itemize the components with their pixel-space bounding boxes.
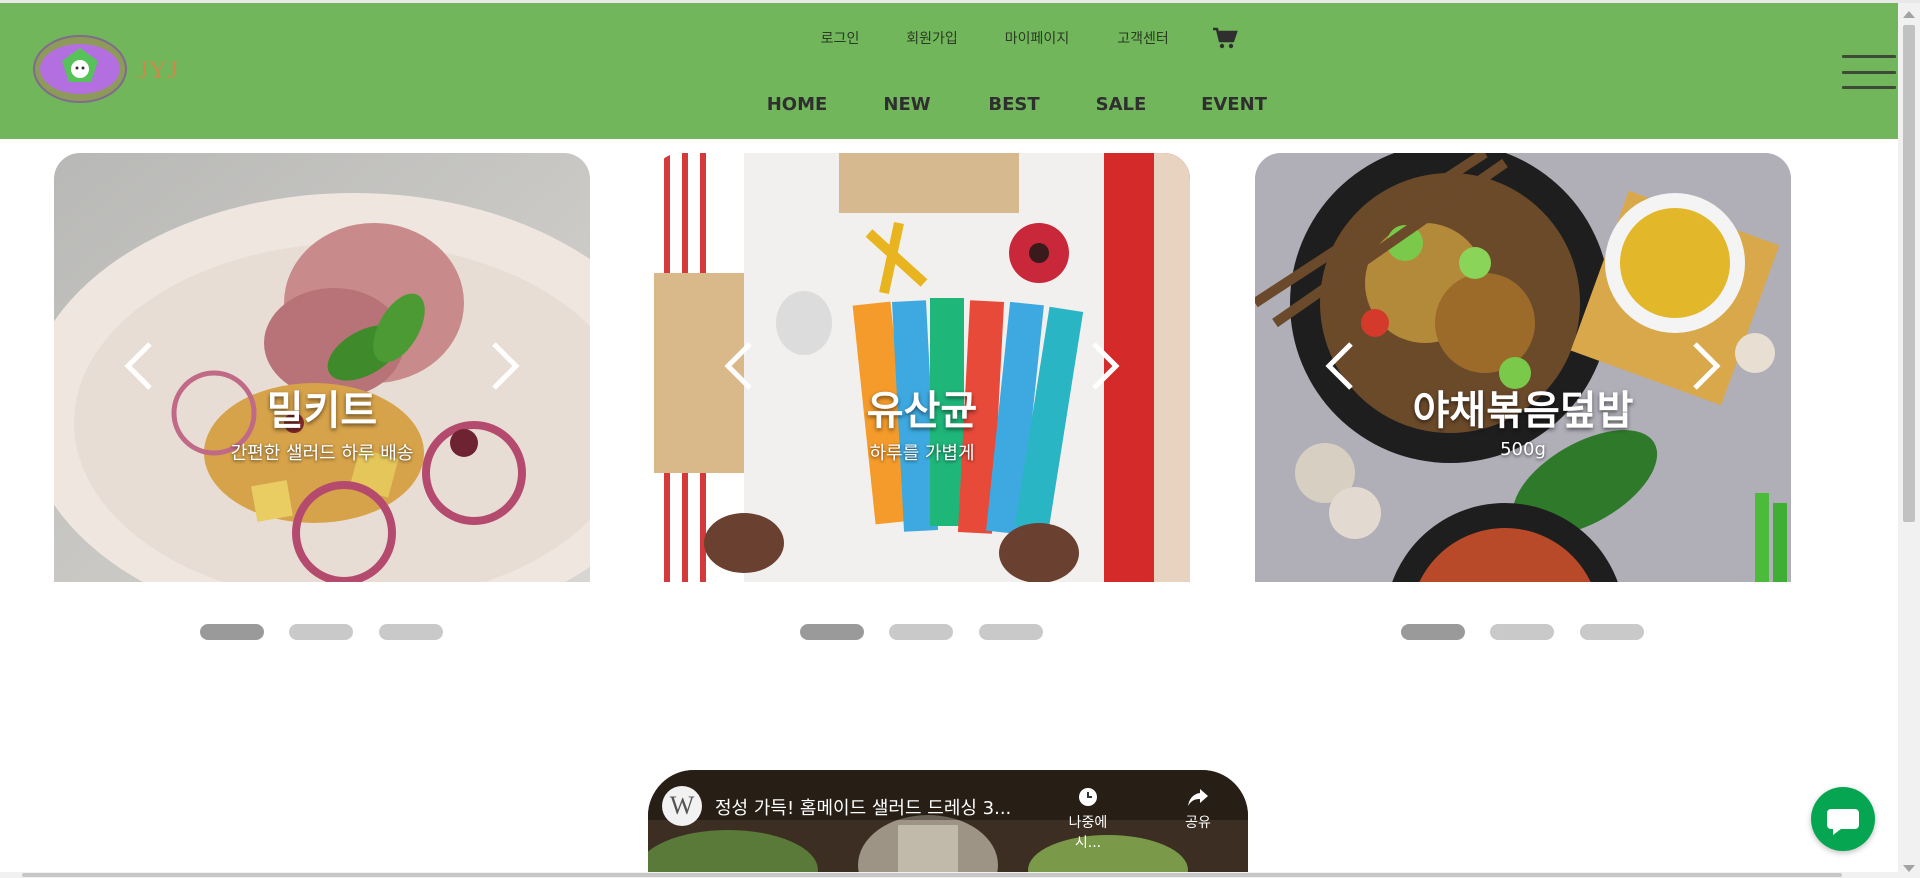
slider-pagination <box>654 624 1190 642</box>
pagination-dot[interactable] <box>379 624 443 640</box>
cart-icon[interactable] <box>1212 27 1238 49</box>
nav-event[interactable]: EVENT <box>1201 94 1267 115</box>
slider-rice-bowl: 야채볶음덮밥 500g <box>1255 153 1791 582</box>
vertical-scrollbar[interactable] <box>1898 3 1920 878</box>
pagination-dot[interactable] <box>1401 624 1465 640</box>
mypage-link[interactable]: 마이페이지 <box>1005 28 1069 48</box>
scrollbar-thumb[interactable] <box>1903 25 1915 522</box>
horizontal-scrollbar[interactable] <box>0 872 1898 878</box>
share-label: 공유 <box>1185 815 1211 831</box>
channel-avatar[interactable]: W <box>662 786 702 826</box>
pagination-dot[interactable] <box>1490 624 1554 640</box>
pagination-dot[interactable] <box>800 624 864 640</box>
share-icon <box>1188 789 1208 806</box>
scrollbar-thumb[interactable] <box>22 873 1842 877</box>
site-header: JYJ 로그인 회원가입 마이페이지 고객센터 HOME NEW BEST SA… <box>0 3 1898 139</box>
video-title[interactable]: 정성 가득! 홈메이드 샐러드 드레싱 3... <box>715 794 1011 820</box>
slide-title: 밀키트 <box>266 388 378 434</box>
scroll-up-icon[interactable] <box>1903 11 1915 18</box>
nav-home[interactable]: HOME <box>767 94 828 115</box>
utility-nav: 로그인 회원가입 마이페이지 고객센터 <box>0 28 1920 52</box>
chat-bubble-icon <box>1827 809 1859 835</box>
signup-link[interactable]: 회원가입 <box>906 28 958 48</box>
pagination-dot[interactable] <box>289 624 353 640</box>
pagination-dot[interactable] <box>1580 624 1644 640</box>
slide-title: 유산균 <box>866 388 978 434</box>
pagination-dot[interactable] <box>889 624 953 640</box>
login-link[interactable]: 로그인 <box>821 28 860 48</box>
slide-subtitle: 500g <box>1500 439 1546 460</box>
watch-later-button[interactable]: 나중에 시... <box>1056 786 1120 852</box>
nav-new[interactable]: NEW <box>883 94 930 115</box>
brand-name[interactable]: JYJ <box>138 57 179 85</box>
hamburger-menu-icon[interactable] <box>1842 55 1896 93</box>
nav-best[interactable]: BEST <box>988 94 1039 115</box>
main-nav: HOME NEW BEST SALE EVENT <box>0 94 1920 120</box>
slide-subtitle: 간편한 샐러드 하루 배송 <box>230 443 414 464</box>
nav-sale[interactable]: SALE <box>1096 94 1147 115</box>
pagination-dot[interactable] <box>979 624 1043 640</box>
video-embed[interactable]: W 정성 가득! 홈메이드 샐러드 드레싱 3... 나중에 시... 공유 <box>648 770 1248 874</box>
slider-mealkit: 밀키트 간편한 샐러드 하루 배송 <box>54 153 590 582</box>
scroll-down-icon[interactable] <box>1903 865 1915 872</box>
clock-icon <box>1079 788 1097 806</box>
slide-subtitle: 하루를 가볍게 <box>869 443 975 464</box>
slide-title: 야채볶음덮밥 <box>1412 388 1634 434</box>
pagination-dot[interactable] <box>200 624 264 640</box>
share-button[interactable]: 공유 <box>1178 786 1218 832</box>
video-thumbnail <box>648 770 1248 874</box>
slider-probiotics: 유산균 하루를 가볍게 <box>654 153 1190 582</box>
chat-button[interactable] <box>1811 787 1875 851</box>
watch-later-label: 나중에 시... <box>1068 815 1108 851</box>
slider-pagination <box>54 624 590 642</box>
customer-center-link[interactable]: 고객센터 <box>1117 28 1169 48</box>
slider-pagination <box>1255 624 1791 642</box>
